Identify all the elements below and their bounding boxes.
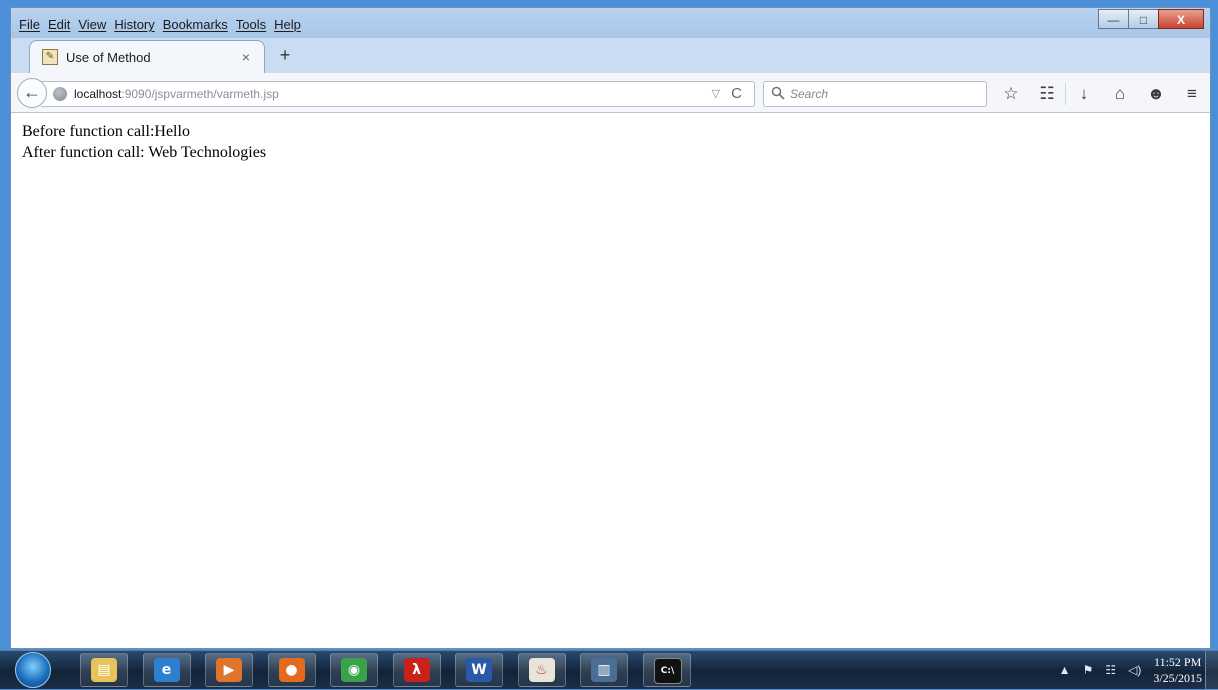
browser-window: File Edit View History Bookmarks Tools H…	[10, 7, 1211, 649]
url-bar[interactable]: localhost:9090/jspvarmeth/varmeth.jsp ▽ …	[41, 81, 755, 107]
hamburger-menu-icon[interactable]: ≡	[1174, 83, 1210, 105]
bookmark-star-icon[interactable]: ☆	[993, 83, 1029, 105]
new-tab-button[interactable]: +	[273, 44, 297, 66]
clock[interactable]: 11:52 PM 3/25/2015	[1153, 654, 1202, 686]
taskbar-app-cmd[interactable]: C:\	[642, 653, 691, 687]
word-icon: W	[466, 658, 492, 682]
taskbar-app-ie[interactable]: e	[142, 653, 191, 687]
output-line-before: Before function call:Hello	[22, 123, 190, 140]
taskbar: ▤ e ▶ ● ◉ λ W ♨ ▥ C:\ ▲ ⚑ ☷ ◁) 11:52 PM 3/25/2015	[0, 650, 1218, 690]
java-icon: ♨	[528, 658, 555, 682]
search-bar[interactable]: Search	[763, 81, 987, 107]
menu-list: File Edit View History Bookmarks Tools H…	[19, 17, 301, 32]
minimize-button[interactable]: —	[1098, 9, 1128, 29]
media-icon: ▶	[216, 658, 242, 682]
acrobat-icon: λ	[403, 658, 430, 682]
taskbar-app-media[interactable]: ▶	[205, 653, 253, 687]
firefox-icon: ●	[278, 658, 305, 682]
close-window-button[interactable]: X	[1158, 9, 1204, 29]
chat-icon[interactable]: ☻	[1138, 83, 1174, 105]
favicon-icon: ✎	[42, 49, 58, 65]
menu-help[interactable]: Help	[274, 17, 301, 32]
taskbar-app-chrome[interactable]: ◉	[330, 653, 378, 687]
taskbar-app-acrobat[interactable]: λ	[392, 653, 441, 687]
maximize-button[interactable]: □	[1128, 9, 1158, 29]
window-controls: — □ X	[1098, 9, 1204, 29]
tray-expand-icon[interactable]: ▲	[1059, 663, 1071, 677]
menu-tools[interactable]: Tools	[236, 17, 266, 32]
cmd-icon: C:\	[653, 658, 682, 684]
globe-icon	[53, 87, 67, 101]
volume-icon[interactable]: ◁)	[1128, 663, 1141, 677]
reader-icon: ▥	[591, 658, 617, 682]
chrome-icon: ◉	[341, 658, 367, 682]
taskbar-app-java[interactable]: ♨	[517, 653, 566, 687]
back-button[interactable]: ←	[17, 78, 47, 108]
start-button[interactable]	[15, 652, 51, 688]
clock-date: 3/25/2015	[1153, 671, 1202, 685]
url-dropdown-icon[interactable]: ▽	[712, 87, 720, 100]
system-tray: ▲ ⚑ ☷ ◁) 11:52 PM 3/25/2015	[1059, 654, 1202, 686]
home-icon[interactable]: ⌂	[1102, 83, 1138, 105]
menu-bar: File Edit View History Bookmarks Tools H…	[11, 8, 1210, 38]
download-icon[interactable]: ↓	[1066, 83, 1102, 105]
search-icon	[771, 86, 785, 100]
taskbar-app-word[interactable]: W	[455, 653, 503, 687]
clock-time: 11:52 PM	[1154, 655, 1202, 669]
network-icon[interactable]: ☷	[1105, 663, 1116, 677]
url-path: :9090/jspvarmeth/varmeth.jsp	[121, 87, 279, 101]
reload-icon[interactable]: C	[731, 85, 742, 102]
reading-list-icon[interactable]: ☷	[1029, 83, 1066, 105]
toolbar-icons: ☆ ☷ ↓ ⌂ ☻ ≡	[993, 83, 1210, 105]
taskbar-app-explorer[interactable]: ▤	[80, 653, 128, 687]
explorer-icon: ▤	[91, 658, 117, 682]
ie-icon: e	[153, 658, 180, 682]
taskbar-app-firefox[interactable]: ●	[267, 653, 316, 687]
menu-history[interactable]: History	[114, 17, 154, 32]
menu-bookmarks[interactable]: Bookmarks	[163, 17, 228, 32]
url-text: localhost:9090/jspvarmeth/varmeth.jsp	[74, 87, 279, 101]
tab-close-icon[interactable]: ×	[242, 49, 250, 65]
page-content: Before function call:Hello After functio…	[11, 113, 1210, 648]
menu-view[interactable]: View	[78, 17, 106, 32]
menu-edit[interactable]: Edit	[48, 17, 70, 32]
menu-file[interactable]: File	[19, 17, 40, 32]
tab-strip: ✎ Use of Method × +	[11, 38, 1210, 73]
url-host: localhost	[74, 87, 122, 101]
taskbar-app-reader[interactable]: ▥	[580, 653, 628, 687]
show-desktop-button[interactable]	[1205, 651, 1218, 690]
tab-title: Use of Method	[66, 50, 151, 65]
output-line-after: After function call: Web Technologies	[22, 144, 267, 161]
tab-use-of-method[interactable]: ✎ Use of Method ×	[29, 40, 265, 73]
navigation-bar: localhost:9090/jspvarmeth/varmeth.jsp ▽ …	[11, 73, 1210, 113]
search-placeholder: Search	[790, 87, 829, 101]
action-center-flag-icon[interactable]: ⚑	[1083, 663, 1094, 677]
